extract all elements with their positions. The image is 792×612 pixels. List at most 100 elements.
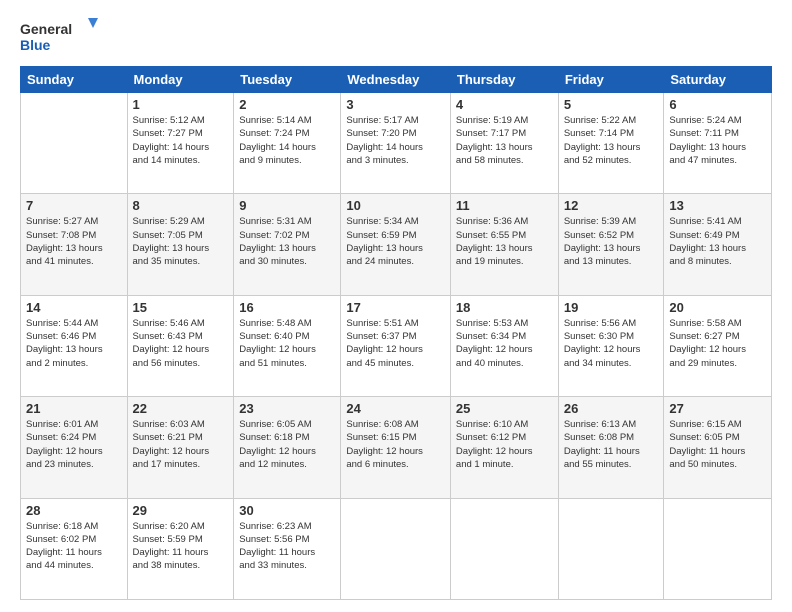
calendar-week-row: 1 Sunrise: 5:12 AM Sunset: 7:27 PM Daylig… bbox=[21, 93, 772, 194]
day-info: Sunrise: 5:48 AM Sunset: 6:40 PM Dayligh… bbox=[239, 317, 335, 370]
day-info: Sunrise: 5:46 AM Sunset: 6:43 PM Dayligh… bbox=[133, 317, 229, 370]
day-info: Sunrise: 5:31 AM Sunset: 7:02 PM Dayligh… bbox=[239, 215, 335, 268]
day-number: 8 bbox=[133, 198, 229, 213]
calendar-cell: 24 Sunrise: 6:08 AM Sunset: 6:15 PM Dayli… bbox=[341, 397, 451, 498]
weekday-header: Saturday bbox=[664, 67, 772, 93]
calendar-cell: 21Sunrise: 6:01 AM Sunset: 6:24 PM Dayli… bbox=[21, 397, 128, 498]
calendar-cell: 5Sunrise: 5:22 AM Sunset: 7:14 PM Daylig… bbox=[558, 93, 664, 194]
calendar-week-row: 14 Sunrise: 5:44 AM Sunset: 6:46 PM Dayli… bbox=[21, 295, 772, 396]
weekday-header: Monday bbox=[127, 67, 234, 93]
weekday-header: Thursday bbox=[450, 67, 558, 93]
main-container: General Blue SundayMondayTuesdayWednesda… bbox=[0, 0, 792, 612]
calendar-cell: 29Sunrise: 6:20 AM Sunset: 5:59 PM Dayli… bbox=[127, 498, 234, 599]
calendar-cell: 22 Sunrise: 6:03 AM Sunset: 6:21 PM Dayli… bbox=[127, 397, 234, 498]
calendar-week-row: 21Sunrise: 6:01 AM Sunset: 6:24 PM Dayli… bbox=[21, 397, 772, 498]
day-info: Sunrise: 5:44 AM Sunset: 6:46 PM Dayligh… bbox=[26, 317, 122, 370]
day-info: Sunrise: 5:36 AM Sunset: 6:55 PM Dayligh… bbox=[456, 215, 553, 268]
calendar-cell: 9 Sunrise: 5:31 AM Sunset: 7:02 PM Daylig… bbox=[234, 194, 341, 295]
calendar-cell: 2Sunrise: 5:14 AM Sunset: 7:24 PM Daylig… bbox=[234, 93, 341, 194]
calendar-cell: 12 Sunrise: 5:39 AM Sunset: 6:52 PM Dayli… bbox=[558, 194, 664, 295]
calendar-cell: 10 Sunrise: 5:34 AM Sunset: 6:59 PM Dayli… bbox=[341, 194, 451, 295]
day-number: 4 bbox=[456, 97, 553, 112]
day-number: 24 bbox=[346, 401, 445, 416]
day-info: Sunrise: 6:23 AM Sunset: 5:56 PM Dayligh… bbox=[239, 520, 335, 573]
calendar-cell: 14 Sunrise: 5:44 AM Sunset: 6:46 PM Dayli… bbox=[21, 295, 128, 396]
calendar-header-row: SundayMondayTuesdayWednesdayThursdayFrid… bbox=[21, 67, 772, 93]
calendar-cell bbox=[341, 498, 451, 599]
day-number: 3 bbox=[346, 97, 445, 112]
day-number: 23 bbox=[239, 401, 335, 416]
day-number: 11 bbox=[456, 198, 553, 213]
day-info: Sunrise: 6:05 AM Sunset: 6:18 PM Dayligh… bbox=[239, 418, 335, 471]
calendar-cell: 23 Sunrise: 6:05 AM Sunset: 6:18 PM Dayli… bbox=[234, 397, 341, 498]
calendar-cell: 26 Sunrise: 6:13 AM Sunset: 6:08 PM Dayli… bbox=[558, 397, 664, 498]
day-number: 22 bbox=[133, 401, 229, 416]
calendar-cell: 4 Sunrise: 5:19 AM Sunset: 7:17 PM Daylig… bbox=[450, 93, 558, 194]
day-info: Sunrise: 5:24 AM Sunset: 7:11 PM Dayligh… bbox=[669, 114, 766, 167]
day-info: Sunrise: 6:08 AM Sunset: 6:15 PM Dayligh… bbox=[346, 418, 445, 471]
day-number: 14 bbox=[26, 300, 122, 315]
calendar-cell: 6Sunrise: 5:24 AM Sunset: 7:11 PM Daylig… bbox=[664, 93, 772, 194]
calendar-cell: 7 Sunrise: 5:27 AM Sunset: 7:08 PM Daylig… bbox=[21, 194, 128, 295]
day-info: Sunrise: 5:19 AM Sunset: 7:17 PM Dayligh… bbox=[456, 114, 553, 167]
calendar-cell: 15 Sunrise: 5:46 AM Sunset: 6:43 PM Dayli… bbox=[127, 295, 234, 396]
calendar-cell: 3 Sunrise: 5:17 AM Sunset: 7:20 PM Daylig… bbox=[341, 93, 451, 194]
weekday-header: Sunday bbox=[21, 67, 128, 93]
svg-text:General: General bbox=[20, 21, 72, 37]
day-info: Sunrise: 6:15 AM Sunset: 6:05 PM Dayligh… bbox=[669, 418, 766, 471]
calendar-cell: 17Sunrise: 5:51 AM Sunset: 6:37 PM Dayli… bbox=[341, 295, 451, 396]
day-info: Sunrise: 5:39 AM Sunset: 6:52 PM Dayligh… bbox=[564, 215, 659, 268]
calendar-cell: 28 Sunrise: 6:18 AM Sunset: 6:02 PM Dayli… bbox=[21, 498, 128, 599]
calendar-cell: 1 Sunrise: 5:12 AM Sunset: 7:27 PM Daylig… bbox=[127, 93, 234, 194]
calendar-cell: 13Sunrise: 5:41 AM Sunset: 6:49 PM Dayli… bbox=[664, 194, 772, 295]
svg-text:Blue: Blue bbox=[20, 37, 51, 53]
calendar-cell: 25 Sunrise: 6:10 AM Sunset: 6:12 PM Dayli… bbox=[450, 397, 558, 498]
day-info: Sunrise: 5:27 AM Sunset: 7:08 PM Dayligh… bbox=[26, 215, 122, 268]
day-info: Sunrise: 6:03 AM Sunset: 6:21 PM Dayligh… bbox=[133, 418, 229, 471]
day-number: 18 bbox=[456, 300, 553, 315]
calendar-cell: 20Sunrise: 5:58 AM Sunset: 6:27 PM Dayli… bbox=[664, 295, 772, 396]
calendar-cell bbox=[558, 498, 664, 599]
calendar-cell: 30Sunrise: 6:23 AM Sunset: 5:56 PM Dayli… bbox=[234, 498, 341, 599]
calendar-cell: 18 Sunrise: 5:53 AM Sunset: 6:34 PM Dayli… bbox=[450, 295, 558, 396]
weekday-header: Wednesday bbox=[341, 67, 451, 93]
weekday-header: Tuesday bbox=[234, 67, 341, 93]
day-info: Sunrise: 5:34 AM Sunset: 6:59 PM Dayligh… bbox=[346, 215, 445, 268]
day-info: Sunrise: 6:10 AM Sunset: 6:12 PM Dayligh… bbox=[456, 418, 553, 471]
day-info: Sunrise: 6:18 AM Sunset: 6:02 PM Dayligh… bbox=[26, 520, 122, 573]
calendar-week-row: 28 Sunrise: 6:18 AM Sunset: 6:02 PM Dayli… bbox=[21, 498, 772, 599]
day-number: 29 bbox=[133, 503, 229, 518]
day-number: 25 bbox=[456, 401, 553, 416]
day-number: 7 bbox=[26, 198, 122, 213]
day-number: 15 bbox=[133, 300, 229, 315]
day-info: Sunrise: 5:12 AM Sunset: 7:27 PM Dayligh… bbox=[133, 114, 229, 167]
logo: General Blue bbox=[20, 16, 100, 56]
day-number: 12 bbox=[564, 198, 659, 213]
day-number: 21 bbox=[26, 401, 122, 416]
calendar-cell bbox=[664, 498, 772, 599]
calendar-cell: 8 Sunrise: 5:29 AM Sunset: 7:05 PM Daylig… bbox=[127, 194, 234, 295]
calendar-week-row: 7 Sunrise: 5:27 AM Sunset: 7:08 PM Daylig… bbox=[21, 194, 772, 295]
day-number: 16 bbox=[239, 300, 335, 315]
calendar-cell: 16 Sunrise: 5:48 AM Sunset: 6:40 PM Dayli… bbox=[234, 295, 341, 396]
calendar-cell: 11 Sunrise: 5:36 AM Sunset: 6:55 PM Dayli… bbox=[450, 194, 558, 295]
header: General Blue bbox=[20, 16, 772, 56]
day-number: 17 bbox=[346, 300, 445, 315]
day-info: Sunrise: 5:53 AM Sunset: 6:34 PM Dayligh… bbox=[456, 317, 553, 370]
day-info: Sunrise: 5:58 AM Sunset: 6:27 PM Dayligh… bbox=[669, 317, 766, 370]
day-number: 28 bbox=[26, 503, 122, 518]
logo-svg: General Blue bbox=[20, 16, 100, 56]
weekday-header: Friday bbox=[558, 67, 664, 93]
day-number: 1 bbox=[133, 97, 229, 112]
day-number: 9 bbox=[239, 198, 335, 213]
day-number: 19 bbox=[564, 300, 659, 315]
day-info: Sunrise: 5:41 AM Sunset: 6:49 PM Dayligh… bbox=[669, 215, 766, 268]
day-info: Sunrise: 5:17 AM Sunset: 7:20 PM Dayligh… bbox=[346, 114, 445, 167]
day-info: Sunrise: 5:56 AM Sunset: 6:30 PM Dayligh… bbox=[564, 317, 659, 370]
day-info: Sunrise: 5:29 AM Sunset: 7:05 PM Dayligh… bbox=[133, 215, 229, 268]
day-number: 27 bbox=[669, 401, 766, 416]
day-info: Sunrise: 5:14 AM Sunset: 7:24 PM Dayligh… bbox=[239, 114, 335, 167]
day-number: 10 bbox=[346, 198, 445, 213]
day-info: Sunrise: 6:13 AM Sunset: 6:08 PM Dayligh… bbox=[564, 418, 659, 471]
day-number: 26 bbox=[564, 401, 659, 416]
